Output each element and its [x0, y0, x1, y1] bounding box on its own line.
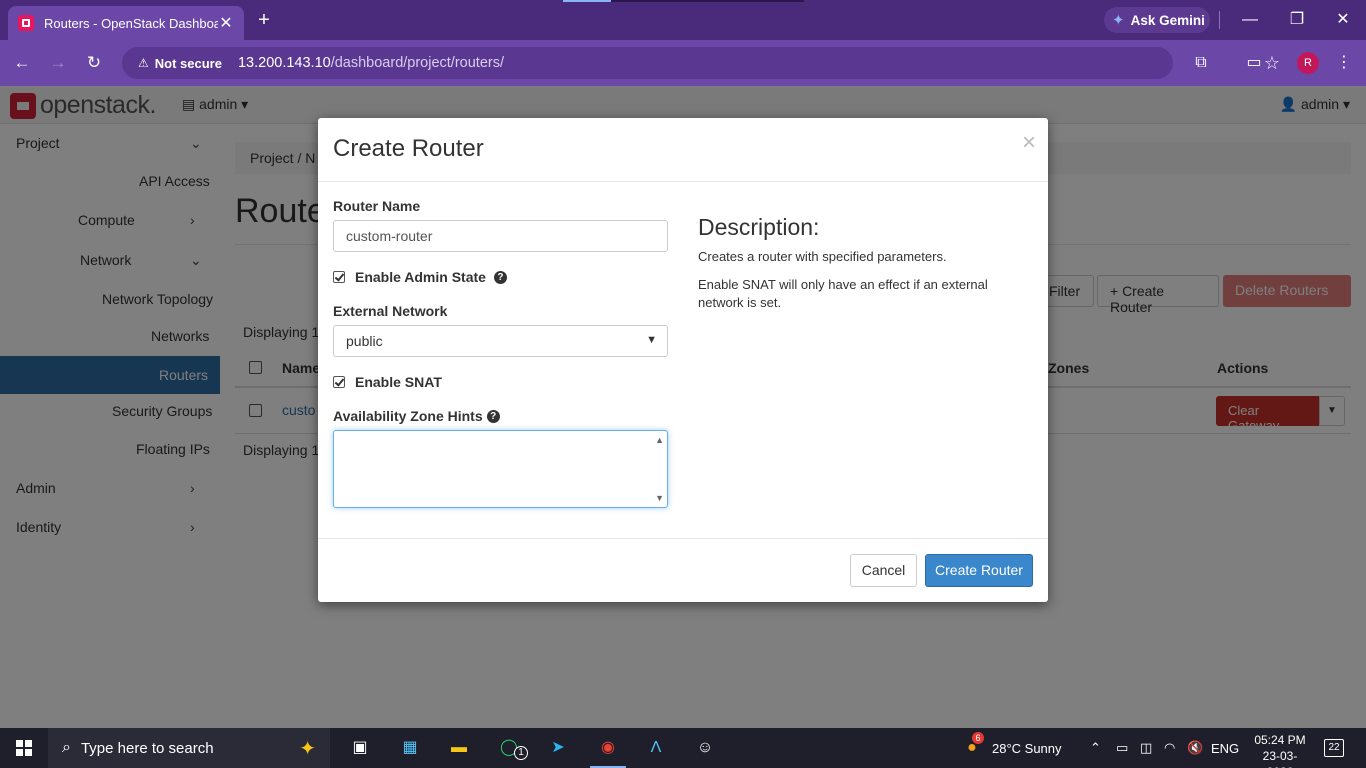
- enable-admin-state-row: Enable Admin State ?: [333, 269, 507, 285]
- caret-down-icon: ▼: [646, 334, 657, 346]
- warning-triangle-icon: ⚠: [138, 56, 149, 70]
- clock-date: 23-03-2026: [1262, 749, 1298, 768]
- tab-routers[interactable]: Routers - OpenStack Dashboard ✕: [8, 6, 244, 40]
- clock[interactable]: 05:24 PM 23-03-2026: [1252, 732, 1308, 768]
- url-path: /dashboard/project/routers/: [330, 55, 504, 71]
- tab-accent-dark: [611, 0, 804, 2]
- cancel-button[interactable]: Cancel: [850, 554, 917, 587]
- gemini-sparkle-icon: ✦: [1112, 12, 1125, 29]
- copilot-sparkle-icon: ✦: [299, 737, 316, 760]
- router-name-label: Router Name: [333, 198, 421, 214]
- enable-admin-state-checkbox[interactable]: [333, 271, 345, 283]
- help-icon[interactable]: ?: [486, 409, 500, 423]
- az-hints-label: Availability Zone Hints: [333, 408, 483, 424]
- telegram-icon[interactable]: ➤: [546, 736, 570, 760]
- minimize-icon[interactable]: —: [1238, 8, 1262, 32]
- taskbar-search[interactable]: ⌕ Type here to search ✦: [48, 728, 330, 768]
- not-secure-label: Not secure: [154, 55, 222, 71]
- windows-start-icon[interactable]: [16, 740, 32, 756]
- notifications-icon[interactable]: 22: [1324, 739, 1344, 757]
- modal-header: Create Router ×: [318, 118, 1048, 182]
- browser-toolbar: ← → ↻ ⚠ Not secure 13.200.143.10/dashboa…: [0, 40, 1366, 86]
- external-network-value: public: [346, 333, 383, 349]
- enable-snat-label[interactable]: Enable SNAT: [355, 374, 442, 390]
- store-icon[interactable]: ▦: [398, 736, 422, 760]
- forward-arrow-icon[interactable]: →: [46, 51, 70, 75]
- volume-muted-icon[interactable]: 🔇: [1187, 728, 1203, 768]
- windows-taskbar: ⌕ Type here to search ✦ ▣ ▦ ▬ ◯ 1 ➤ ◉ Λ …: [0, 728, 1366, 768]
- tabbar-separator: [1219, 11, 1220, 29]
- browser-menu-icon[interactable]: ⋮: [1333, 52, 1355, 74]
- openstack-favicon-icon: [18, 15, 34, 31]
- tab-accent: [563, 0, 611, 2]
- back-arrow-icon[interactable]: ←: [10, 51, 34, 75]
- description-text-2: Enable SNAT will only have an effect if …: [698, 277, 988, 310]
- weather-text[interactable]: 28°C Sunny: [992, 728, 1062, 768]
- meet-now-icon[interactable]: ◫: [1140, 728, 1152, 768]
- chrome-icon[interactable]: ◉: [590, 736, 626, 768]
- router-name-input[interactable]: [333, 220, 668, 252]
- not-secure-chip[interactable]: ⚠ Not secure: [130, 51, 230, 75]
- app-a-icon[interactable]: Λ: [644, 736, 668, 760]
- clock-time: 05:24 PM: [1254, 733, 1306, 747]
- url-text[interactable]: 13.200.143.10/dashboard/project/routers/: [238, 55, 504, 71]
- taskbar-search-placeholder: Type here to search: [80, 739, 214, 757]
- restore-icon[interactable]: ❐: [1285, 8, 1309, 32]
- external-network-label: External Network: [333, 303, 448, 319]
- language-indicator[interactable]: ENG: [1211, 728, 1239, 768]
- reload-icon[interactable]: ↻: [82, 51, 106, 75]
- bookmark-star-icon[interactable]: ☆: [1262, 53, 1282, 74]
- tab-search-icon[interactable]: ▭: [1243, 52, 1265, 74]
- create-router-modal: Create Router × Router Name Enable Admin…: [318, 118, 1048, 602]
- close-window-icon[interactable]: ✕: [1331, 8, 1355, 32]
- close-icon[interactable]: ×: [1022, 129, 1036, 157]
- az-hints-label-row: Availability Zone Hints ?: [333, 408, 500, 424]
- browser-tab-bar: Routers - OpenStack Dashboard ✕ + ✦ Ask …: [0, 0, 1366, 40]
- extensions-icon[interactable]: ⧉: [1190, 52, 1212, 74]
- profile-avatar[interactable]: R: [1297, 52, 1319, 74]
- description-text-1: Creates a router with specified paramete…: [698, 249, 947, 264]
- external-network-select[interactable]: public ▼: [333, 325, 668, 357]
- battery-icon[interactable]: ▭: [1116, 728, 1128, 768]
- whatsapp-badge: 1: [514, 746, 528, 760]
- enable-snat-checkbox[interactable]: [333, 376, 345, 388]
- new-tab-icon[interactable]: +: [254, 9, 274, 31]
- scroll-down-icon[interactable]: ▼: [655, 493, 664, 503]
- app-cat-icon[interactable]: ☺: [693, 736, 717, 760]
- description-heading: Description:: [698, 214, 820, 240]
- enable-snat-row: Enable SNAT: [333, 374, 442, 390]
- wifi-icon[interactable]: ◠: [1164, 728, 1175, 768]
- file-explorer-icon[interactable]: ▬: [447, 736, 471, 760]
- close-tab-icon[interactable]: ✕: [218, 13, 234, 33]
- help-icon[interactable]: ?: [493, 270, 507, 284]
- task-view-icon[interactable]: ▣: [348, 736, 372, 760]
- tray-chevron-up-icon[interactable]: ⌃: [1090, 728, 1101, 768]
- enable-admin-state-label[interactable]: Enable Admin State: [355, 269, 486, 285]
- tab-title: Routers - OpenStack Dashboard: [44, 15, 218, 31]
- ask-gemini-label: Ask Gemini: [1130, 12, 1205, 28]
- ask-gemini-button[interactable]: ✦ Ask Gemini: [1104, 7, 1210, 33]
- modal-footer-divider: [318, 538, 1048, 539]
- modal-title: Create Router: [333, 135, 484, 162]
- url-host: 13.200.143.10: [237, 55, 331, 71]
- weather-badge: 6: [972, 732, 984, 744]
- az-hints-multiselect[interactable]: ▲ ▼: [333, 430, 668, 508]
- search-icon: ⌕: [62, 739, 71, 756]
- create-router-submit-button[interactable]: Create Router: [925, 554, 1033, 587]
- address-bar[interactable]: ⚠ Not secure 13.200.143.10/dashboard/pro…: [122, 47, 1280, 79]
- scroll-up-icon[interactable]: ▲: [655, 435, 664, 445]
